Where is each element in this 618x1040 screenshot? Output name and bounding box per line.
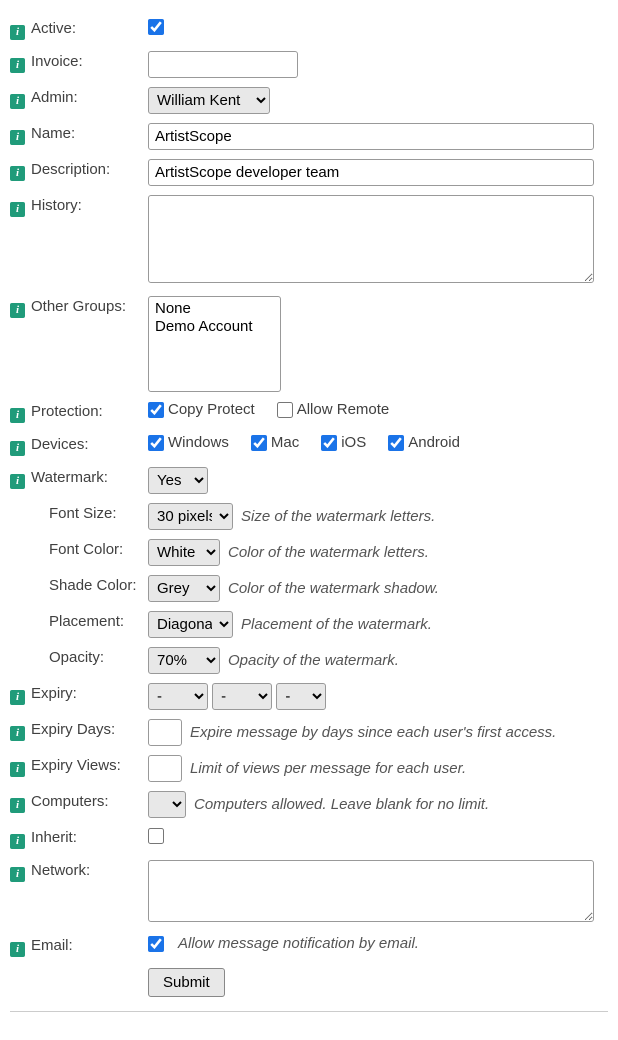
other-groups-option[interactable]: None (153, 300, 276, 318)
watermark-select[interactable]: Yes (148, 467, 208, 494)
placement-select[interactable]: Diagonal (148, 611, 233, 638)
divider (10, 1011, 608, 1012)
info-icon[interactable]: i (10, 94, 25, 109)
info-icon[interactable]: i (10, 867, 25, 882)
other-groups-select[interactable]: None Demo Account (148, 296, 281, 392)
copy-protect-checkbox[interactable] (148, 402, 164, 418)
info-icon[interactable]: i (10, 408, 25, 423)
font-size-select[interactable]: 30 pixels (148, 503, 233, 530)
expiry-day-select[interactable]: - (148, 683, 208, 710)
inherit-checkbox[interactable] (148, 828, 164, 844)
expiry-views-input[interactable] (148, 755, 182, 782)
computers-hint: Computers allowed. Leave blank for no li… (194, 796, 489, 813)
invoice-input[interactable] (148, 51, 298, 78)
inherit-label: Inherit: (31, 829, 77, 846)
mac-checkbox[interactable] (251, 435, 267, 451)
font-size-hint: Size of the watermark letters. (241, 508, 435, 525)
mac-label: Mac (271, 434, 299, 451)
description-label: Description: (31, 161, 110, 178)
expiry-year-select[interactable]: - (276, 683, 326, 710)
opacity-hint: Opacity of the watermark. (228, 652, 399, 669)
expiry-days-label: Expiry Days: (31, 721, 115, 738)
info-icon[interactable]: i (10, 762, 25, 777)
info-icon[interactable]: i (10, 834, 25, 849)
email-label: Email: (31, 937, 73, 954)
android-checkbox[interactable] (388, 435, 404, 451)
font-size-label: Font Size: (49, 505, 117, 522)
windows-checkbox[interactable] (148, 435, 164, 451)
network-label: Network: (31, 862, 90, 879)
info-icon[interactable]: i (10, 166, 25, 181)
admin-label: Admin: (31, 89, 78, 106)
font-color-select[interactable]: White (148, 539, 220, 566)
settings-form: iActive: iInvoice: iAdmin: William Kent … (10, 12, 608, 1003)
submit-button[interactable]: Submit (148, 968, 225, 997)
active-checkbox[interactable] (148, 19, 164, 35)
shade-color-select[interactable]: Grey (148, 575, 220, 602)
computers-select[interactable] (148, 791, 186, 818)
expiry-views-hint: Limit of views per message for each user… (190, 760, 466, 777)
info-icon[interactable]: i (10, 726, 25, 741)
font-color-label: Font Color: (49, 541, 123, 558)
allow-remote-checkbox[interactable] (277, 402, 293, 418)
info-icon[interactable]: i (10, 303, 25, 318)
opacity-select[interactable]: 70% (148, 647, 220, 674)
invoice-label: Invoice: (31, 53, 83, 70)
name-input[interactable] (148, 123, 594, 150)
expiry-month-select[interactable]: - (212, 683, 272, 710)
windows-label: Windows (168, 434, 229, 451)
other-groups-label: Other Groups: (31, 298, 126, 315)
expiry-views-label: Expiry Views: (31, 757, 121, 774)
history-label: History: (31, 197, 82, 214)
expiry-days-hint: Expire message by days since each user's… (190, 724, 556, 741)
computers-label: Computers: (31, 793, 109, 810)
font-color-hint: Color of the watermark letters. (228, 544, 429, 561)
placement-label: Placement: (49, 613, 124, 630)
expiry-label: Expiry: (31, 685, 77, 702)
expiry-days-input[interactable] (148, 719, 182, 746)
protection-label: Protection: (31, 403, 103, 420)
watermark-label: Watermark: (31, 469, 108, 486)
allow-remote-label: Allow Remote (297, 401, 390, 418)
info-icon[interactable]: i (10, 202, 25, 217)
active-label: Active: (31, 20, 76, 37)
ios-label: iOS (341, 434, 366, 451)
info-icon[interactable]: i (10, 58, 25, 73)
info-icon[interactable]: i (10, 25, 25, 40)
info-icon[interactable]: i (10, 474, 25, 489)
admin-select[interactable]: William Kent (148, 87, 270, 114)
info-icon[interactable]: i (10, 690, 25, 705)
info-icon[interactable]: i (10, 130, 25, 145)
info-icon[interactable]: i (10, 798, 25, 813)
placement-hint: Placement of the watermark. (241, 616, 432, 633)
info-icon[interactable]: i (10, 942, 25, 957)
email-checkbox[interactable] (148, 936, 164, 952)
info-icon[interactable]: i (10, 441, 25, 456)
copy-protect-label: Copy Protect (168, 401, 255, 418)
android-label: Android (408, 434, 460, 451)
shade-color-hint: Color of the watermark shadow. (228, 580, 439, 597)
devices-label: Devices: (31, 436, 89, 453)
ios-checkbox[interactable] (321, 435, 337, 451)
shade-color-label: Shade Color: (49, 577, 137, 594)
opacity-label: Opacity: (49, 649, 104, 666)
other-groups-option[interactable]: Demo Account (153, 318, 276, 336)
description-input[interactable] (148, 159, 594, 186)
name-label: Name: (31, 125, 75, 142)
network-textarea[interactable] (148, 860, 594, 922)
history-textarea[interactable] (148, 195, 594, 283)
email-hint: Allow message notification by email. (178, 935, 419, 952)
